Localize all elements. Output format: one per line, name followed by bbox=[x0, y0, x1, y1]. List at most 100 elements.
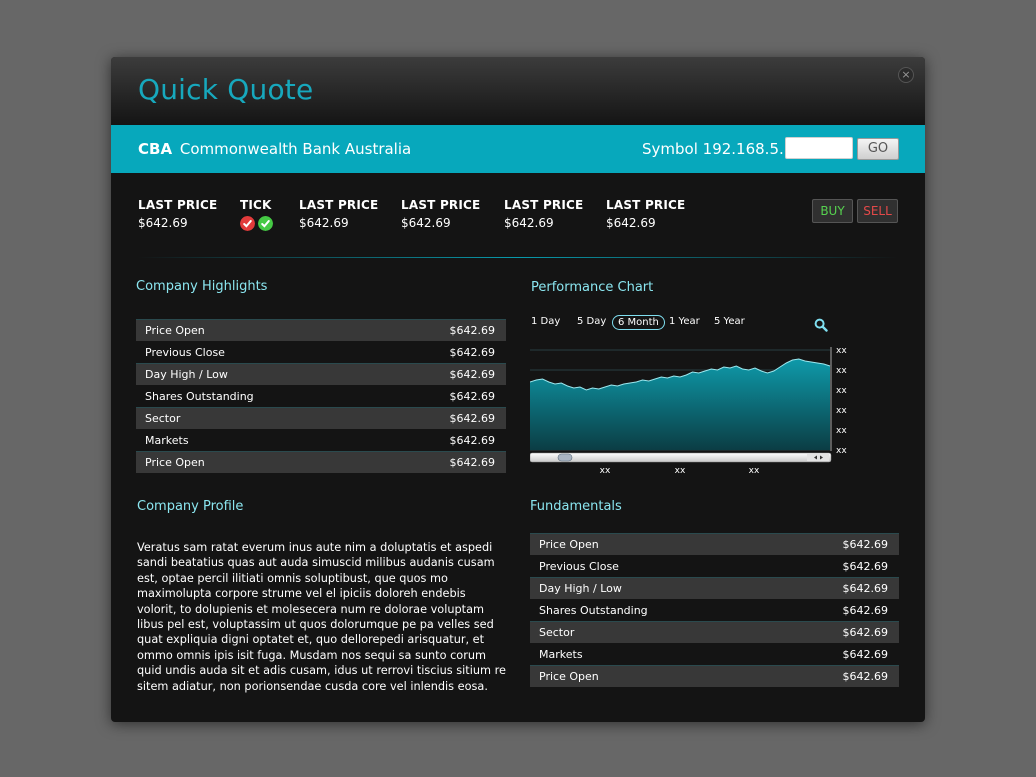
buy-button[interactable]: BUY bbox=[812, 199, 853, 223]
x-tick-label: xx bbox=[600, 466, 611, 476]
row-label: Previous Close bbox=[539, 560, 619, 573]
price-item: LAST PRICE $642.69 bbox=[138, 198, 217, 230]
company-name: CBA Commonwealth Bank Australia bbox=[138, 140, 411, 158]
row-value: $642.69 bbox=[842, 626, 889, 639]
price-value: $642.69 bbox=[606, 216, 656, 230]
range-tab-6-month[interactable]: 6 Month bbox=[612, 315, 665, 330]
dialog-header: Quick Quote × bbox=[111, 57, 925, 125]
price-label: LAST PRICE bbox=[299, 198, 379, 212]
y-tick-label: xx bbox=[836, 406, 847, 416]
row-value: $642.69 bbox=[842, 670, 889, 683]
table-row: Sector $642.69 bbox=[530, 621, 899, 643]
chart-x-ticks: xx xx xx bbox=[600, 466, 760, 476]
table-row: Day High / Low $642.69 bbox=[530, 577, 899, 599]
divider bbox=[138, 257, 898, 258]
profile-text: Veratus sam ratat everum inus aute nim a… bbox=[137, 541, 506, 693]
x-circle-icon bbox=[240, 216, 255, 231]
chart-y-ticks: xx xx xx xx xx xx bbox=[836, 347, 847, 456]
close-button[interactable]: × bbox=[898, 67, 914, 83]
table-row: Price Open $642.69 bbox=[136, 319, 506, 341]
row-value: $642.69 bbox=[449, 434, 496, 447]
sell-button[interactable]: SELL bbox=[857, 199, 898, 223]
price-value: $642.69 bbox=[299, 216, 349, 230]
dialog-title: Quick Quote bbox=[138, 73, 314, 106]
row-label: Markets bbox=[539, 648, 583, 661]
row-label: Price Open bbox=[145, 324, 205, 337]
table-row: Sector $642.69 bbox=[136, 407, 506, 429]
x-tick-label: xx bbox=[749, 466, 760, 476]
search-icon[interactable] bbox=[814, 318, 828, 332]
price-item: LAST PRICE $642.69 bbox=[606, 198, 685, 230]
fundamentals-table: Price Open $642.69 Previous Close $642.69 … bbox=[530, 533, 899, 687]
performance-title: Performance Chart bbox=[531, 280, 654, 295]
table-row: Shares Outstanding $642.69 bbox=[136, 385, 506, 407]
range-tab-5-year[interactable]: 5 Year bbox=[714, 316, 745, 327]
row-value: $642.69 bbox=[449, 412, 496, 425]
price-label: LAST PRICE bbox=[606, 198, 686, 212]
row-label: Day High / Low bbox=[145, 368, 228, 381]
symbol-label: Symbol 192.168.5.12 bbox=[642, 140, 803, 158]
row-label: Day High / Low bbox=[539, 582, 622, 595]
price-item: LAST PRICE $642.69 bbox=[299, 198, 378, 230]
row-value: $642.69 bbox=[449, 346, 496, 359]
row-label: Price Open bbox=[145, 456, 205, 469]
price-label: LAST PRICE bbox=[401, 198, 481, 212]
price-label: LAST PRICE bbox=[504, 198, 584, 212]
price-value: $642.69 bbox=[504, 216, 554, 230]
row-label: Price Open bbox=[539, 670, 599, 683]
symbol-input[interactable] bbox=[785, 137, 853, 159]
table-row: Price Open $642.69 bbox=[136, 451, 506, 473]
table-row: Price Open $642.69 bbox=[530, 665, 899, 687]
row-value: $642.69 bbox=[842, 538, 889, 551]
table-row: Markets $642.69 bbox=[136, 429, 506, 451]
price-item: LAST PRICE $642.69 bbox=[401, 198, 480, 230]
price-label: LAST PRICE bbox=[138, 198, 218, 212]
row-label: Markets bbox=[145, 434, 189, 447]
performance-chart: xx xx xx xx xx xx xx xx xx bbox=[530, 347, 847, 476]
row-label: Shares Outstanding bbox=[145, 390, 254, 403]
chart-scrollbar[interactable] bbox=[530, 452, 832, 463]
scrollbar-handle[interactable] bbox=[557, 453, 573, 462]
price-item: LAST PRICE $642.69 bbox=[504, 198, 583, 230]
price-value: $642.69 bbox=[138, 216, 188, 230]
tick-label: TICK bbox=[240, 198, 272, 212]
y-tick-label: xx bbox=[836, 446, 847, 456]
table-row: Price Open $642.69 bbox=[530, 533, 899, 555]
y-tick-label: xx bbox=[836, 426, 847, 436]
highlights-table: Price Open $642.69 Previous Close $642.69 … bbox=[136, 319, 506, 473]
range-tab-1-year[interactable]: 1 Year bbox=[669, 316, 700, 327]
table-row: Previous Close $642.69 bbox=[136, 341, 506, 363]
range-tab-5-day[interactable]: 5 Day bbox=[577, 316, 606, 327]
table-row: Day High / Low $642.69 bbox=[136, 363, 506, 385]
table-row: Shares Outstanding $642.69 bbox=[530, 599, 899, 621]
row-value: $642.69 bbox=[449, 390, 496, 403]
profile-title: Company Profile bbox=[137, 499, 244, 514]
row-value: $642.69 bbox=[449, 324, 496, 337]
row-value: $642.69 bbox=[449, 456, 496, 469]
table-row: Previous Close $642.69 bbox=[530, 555, 899, 577]
table-row: Markets $642.69 bbox=[530, 643, 899, 665]
tick-icons bbox=[240, 216, 273, 231]
y-tick-label: xx bbox=[836, 386, 847, 396]
check-circle-icon bbox=[258, 216, 273, 231]
company-full-name: Commonwealth Bank Australia bbox=[179, 140, 412, 158]
company-bar: CBA Commonwealth Bank Australia Symbol 1… bbox=[111, 125, 925, 173]
row-label: Previous Close bbox=[145, 346, 225, 359]
go-button[interactable]: GO bbox=[857, 138, 899, 160]
range-tab-1-day[interactable]: 1 Day bbox=[531, 316, 560, 327]
row-label: Sector bbox=[145, 412, 181, 425]
row-value: $642.69 bbox=[842, 582, 889, 595]
y-tick-label: xx bbox=[836, 347, 847, 356]
row-label: Price Open bbox=[539, 538, 599, 551]
tick-item: TICK bbox=[240, 198, 273, 231]
chart-area bbox=[530, 359, 830, 450]
row-value: $642.69 bbox=[842, 604, 889, 617]
quick-quote-dialog: Quick Quote × CBA Commonwealth Bank Aust… bbox=[111, 57, 925, 722]
price-value: $642.69 bbox=[401, 216, 451, 230]
y-tick-label: xx bbox=[836, 366, 847, 376]
row-value: $642.69 bbox=[449, 368, 496, 381]
row-value: $642.69 bbox=[842, 648, 889, 661]
row-value: $642.69 bbox=[842, 560, 889, 573]
fundamentals-title: Fundamentals bbox=[530, 499, 622, 514]
highlights-title: Company Highlights bbox=[136, 279, 268, 294]
